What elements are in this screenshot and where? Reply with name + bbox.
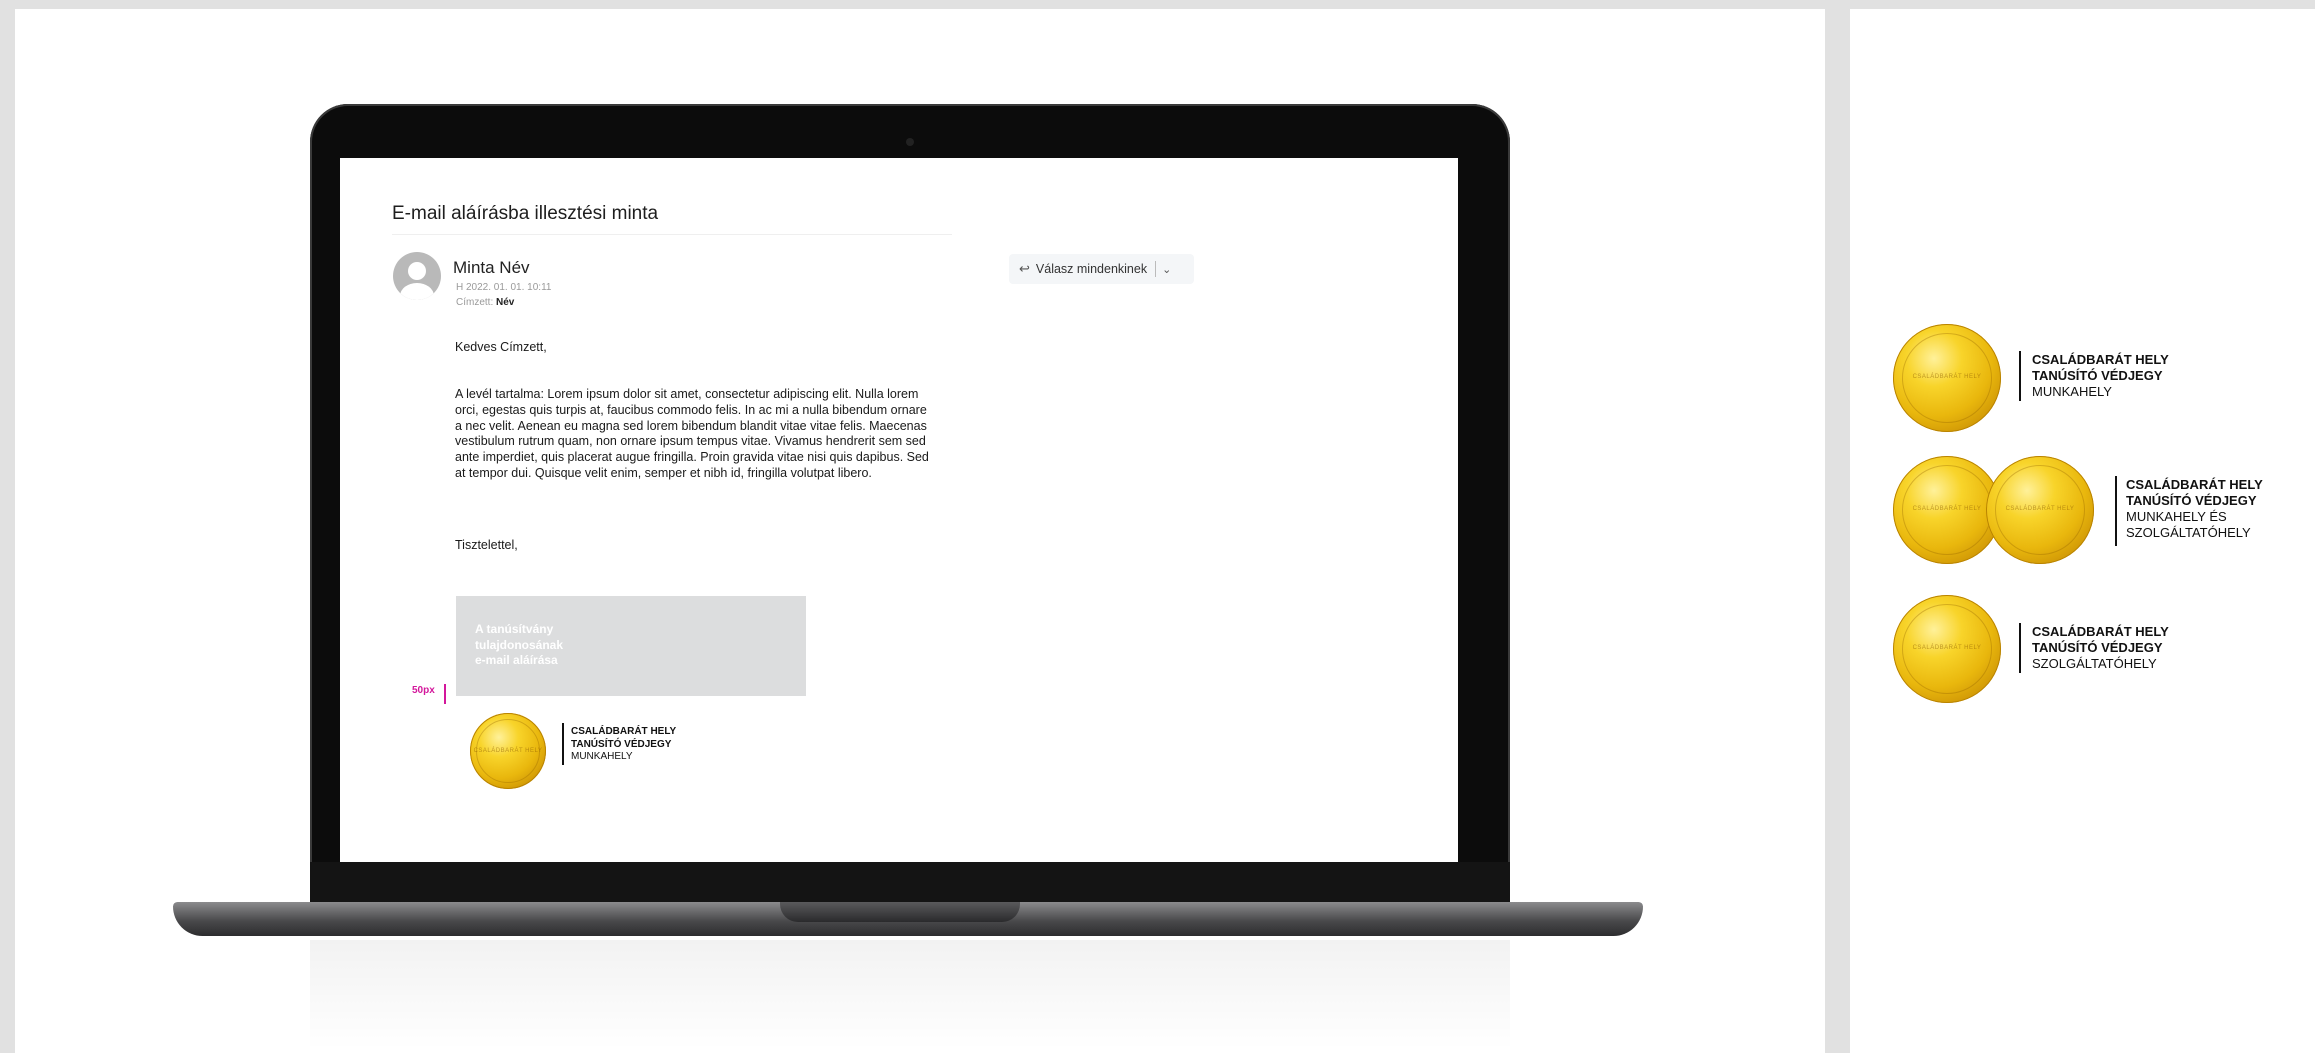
seal-lettering: CSALÁDBARÁT HELY bbox=[2005, 505, 2075, 512]
reply-all-icon: ↩ bbox=[1019, 261, 1030, 276]
email-subject: E-mail aláírásba illesztési minta bbox=[392, 203, 659, 224]
badge-line-2: TANÚSÍTÓ VÉDJEGY bbox=[2032, 368, 2163, 383]
badge-divider bbox=[562, 723, 564, 765]
badge-divider bbox=[2115, 476, 2117, 546]
badge-line-3: MUNKAHELY bbox=[571, 751, 633, 762]
seal-icon: CSALÁDBARÁT HELY bbox=[1893, 324, 2001, 432]
badge-line-3: MUNKAHELY bbox=[2032, 384, 2112, 399]
badge-text-munkahely-es-szolgaltatohely: CSALÁDBARÁT HELY TANÚSÍTÓ VÉDJEGY MUNKAH… bbox=[2126, 477, 2263, 541]
seal-icon: CSALÁDBARÁT HELY bbox=[1893, 456, 2001, 564]
badge-line-2: TANÚSÍTÓ VÉDJEGY bbox=[571, 738, 672, 750]
seal-lettering: CSALÁDBARÁT HELY bbox=[1912, 373, 1982, 380]
laptop-notch bbox=[780, 902, 1020, 922]
recipient-line: Címzett: Név bbox=[456, 297, 514, 308]
badge-line-2: TANÚSÍTÓ VÉDJEGY bbox=[2126, 493, 2257, 508]
laptop-screen: E-mail aláírásba illesztési minta Minta … bbox=[340, 158, 1458, 862]
badge-line-1: CSALÁDBARÁT HELY bbox=[2126, 477, 2263, 492]
badge-divider bbox=[2019, 623, 2021, 673]
spacing-marker bbox=[444, 684, 446, 704]
chevron-down-icon[interactable]: ⌄ bbox=[1162, 263, 1171, 276]
camera-icon bbox=[906, 138, 914, 146]
badge-line-3: MUNKAHELY ÉS bbox=[2126, 509, 2227, 524]
seal-lettering: CSALÁDBARÁT HELY bbox=[1912, 505, 1982, 512]
badge-divider bbox=[2019, 351, 2021, 401]
badge-text-munkahely: CSALÁDBARÁT HELY TANÚSÍTÓ VÉDJEGY MUNKAH… bbox=[2032, 352, 2169, 400]
email-closing: Tisztelettel, bbox=[455, 538, 518, 552]
recipient-label: Címzett: bbox=[456, 297, 494, 308]
badge-text-szolgaltatohely: CSALÁDBARÁT HELY TANÚSÍTÓ VÉDJEGY SZOLGÁ… bbox=[2032, 624, 2169, 672]
email-greeting: Kedves Címzett, bbox=[455, 340, 547, 354]
seal-lettering: CSALÁDBARÁT HELY bbox=[1912, 644, 1982, 651]
sender-name: Minta Név bbox=[453, 258, 530, 277]
button-separator bbox=[1155, 261, 1157, 277]
email-body: A levél tartalma: Lorem ipsum dolor sit … bbox=[455, 387, 929, 480]
reply-all-label: Válasz mindenkinek bbox=[1035, 262, 1148, 276]
email-date: H 2022. 01. 01. 10:11 bbox=[456, 282, 552, 293]
recipient-name: Név bbox=[496, 297, 515, 308]
laptop-reflection bbox=[310, 940, 1510, 1050]
badge-line-1: CSALÁDBARÁT HELY bbox=[2032, 624, 2169, 639]
seal-icon: CSALÁDBARÁT HELY bbox=[1986, 456, 2094, 564]
signature-badge-text: CSALÁDBARÁT HELY TANÚSÍTÓ VÉDJEGY MUNKAH… bbox=[571, 726, 676, 764]
badge-line-3: SZOLGÁLTATÓHELY bbox=[2032, 656, 2157, 671]
signature-placeholder: A tanúsítvány tulajdonosának e-mail aláí… bbox=[456, 596, 806, 696]
avatar-body-icon bbox=[400, 283, 434, 300]
reply-all-button[interactable]: ↩ Válasz mindenkinek ⌄ bbox=[1009, 254, 1194, 284]
seal-icon: CSALÁDBARÁT HELY bbox=[470, 713, 546, 789]
divider bbox=[392, 234, 952, 235]
seal-icon: CSALÁDBARÁT HELY bbox=[1893, 595, 2001, 703]
badge-line-2: TANÚSÍTÓ VÉDJEGY bbox=[2032, 640, 2163, 655]
badge-line-4: SZOLGÁLTATÓHELY bbox=[2126, 525, 2251, 540]
avatar-head-icon bbox=[408, 262, 426, 280]
avatar[interactable] bbox=[393, 252, 441, 300]
seal-lettering: CSALÁDBARÁT HELY bbox=[473, 747, 543, 754]
badge-line-1: CSALÁDBARÁT HELY bbox=[571, 726, 677, 737]
signature-placeholder-text: A tanúsítvány tulajdonosának e-mail aláí… bbox=[475, 622, 564, 667]
spacing-label: 50px bbox=[412, 685, 435, 696]
badge-line-1: CSALÁDBARÁT HELY bbox=[2032, 352, 2169, 367]
